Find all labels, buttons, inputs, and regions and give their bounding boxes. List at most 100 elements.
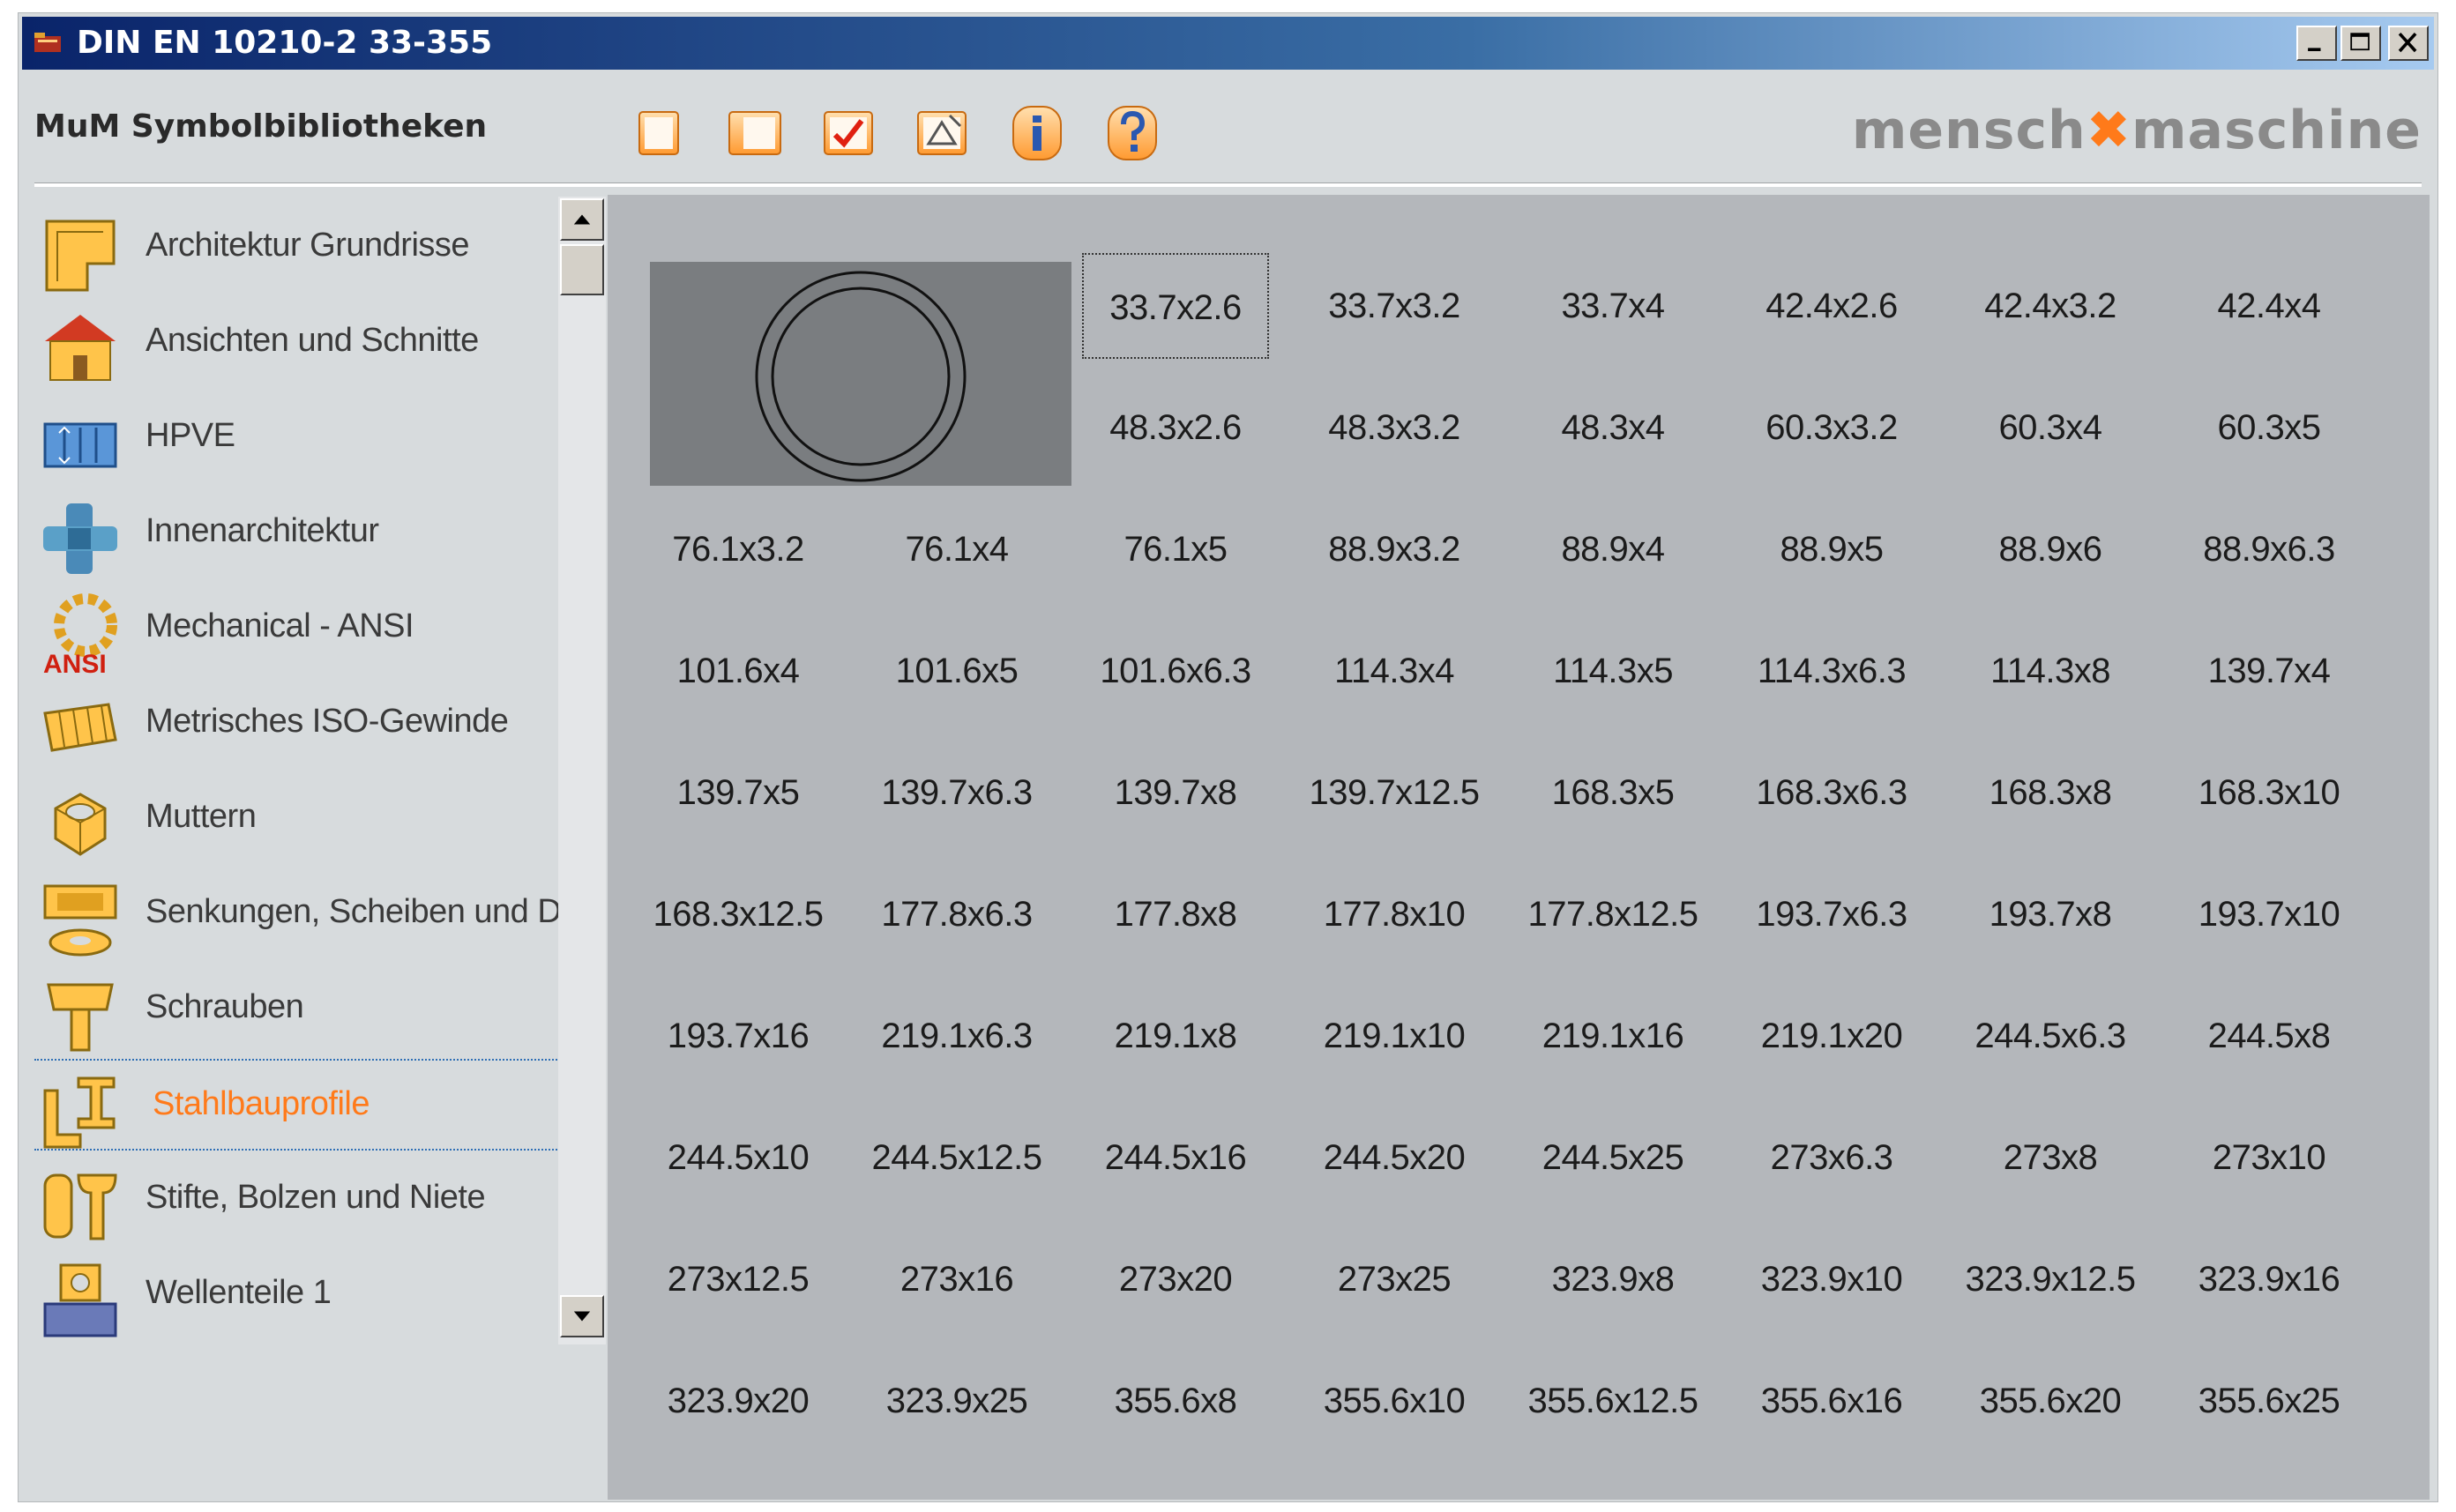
scroll-down-button[interactable] (560, 1295, 604, 1337)
toolbar-info-button[interactable] (1006, 100, 1068, 165)
profile-cell[interactable]: 88.9x4 (1519, 496, 1706, 602)
profile-cell[interactable]: 244.5x10 (645, 1105, 832, 1210)
close-button[interactable] (2388, 26, 2429, 61)
profile-cell[interactable]: 88.9x5 (1738, 496, 1925, 602)
sidebar-item-stahlbauprofile[interactable]: Stahlbauprofile (34, 1059, 564, 1151)
profile-cell[interactable]: 139.7x8 (1082, 740, 1269, 845)
profile-cell[interactable]: 244.5x6.3 (1957, 983, 2144, 1089)
sidebar-item-innenarchitektur[interactable]: Innenarchitektur (34, 488, 564, 579)
sidebar-item-ansichten-und-schnitte[interactable]: Ansichten und Schnitte (34, 297, 564, 389)
sidebar-item-wellenteile-1[interactable]: Wellenteile 1 (34, 1249, 564, 1341)
profile-cell[interactable]: 244.5x25 (1519, 1105, 1706, 1210)
profile-cell[interactable]: 244.5x16 (1082, 1105, 1269, 1210)
sidebar-item-schrauben[interactable]: Schrauben (34, 964, 564, 1055)
profile-cell[interactable]: 355.6x8 (1082, 1348, 1269, 1454)
profile-cell[interactable]: 114.3x4 (1301, 618, 1488, 724)
profile-cell[interactable]: 114.3x5 (1519, 618, 1706, 724)
profile-cell[interactable]: 219.1x10 (1301, 983, 1488, 1089)
profile-cell[interactable]: 355.6x25 (2176, 1348, 2363, 1454)
title-bar[interactable]: DIN EN 10210-2 33-355 (22, 17, 2434, 70)
maximize-button[interactable] (2340, 26, 2381, 61)
toolbar-split-button[interactable] (724, 100, 786, 165)
sidebar-scrollbar[interactable] (558, 197, 606, 1344)
sidebar-item-metrisches-iso-gewinde[interactable]: Metrisches ISO-Gewinde (34, 678, 564, 770)
profile-cell[interactable]: 273x12.5 (645, 1226, 832, 1332)
toolbar-help-button[interactable] (1101, 100, 1163, 165)
profile-cell[interactable]: 177.8x8 (1082, 861, 1269, 967)
profile-cell[interactable]: 323.9x16 (2176, 1226, 2363, 1332)
profile-cell[interactable]: 273x8 (1957, 1105, 2144, 1210)
profile-cell[interactable]: 88.9x6 (1957, 496, 2144, 602)
profile-cell[interactable]: 355.6x12.5 (1519, 1348, 1706, 1454)
profile-cell[interactable]: 139.7x5 (645, 740, 832, 845)
profile-cell[interactable]: 42.4x4 (2176, 253, 2363, 359)
profile-cell[interactable]: 60.3x3.2 (1738, 375, 1925, 480)
scroll-up-button[interactable] (560, 198, 604, 241)
profile-cell[interactable]: 168.3x6.3 (1738, 740, 1925, 845)
profile-cell[interactable]: 177.8x12.5 (1519, 861, 1706, 967)
profile-cell[interactable]: 114.3x6.3 (1738, 618, 1925, 724)
sidebar-item-mechanical-ansi[interactable]: ANSI Mechanical - ANSI (34, 583, 564, 676)
profile-cell[interactable]: 101.6x4 (645, 618, 832, 724)
sidebar-item-hpve[interactable]: HPVE (34, 392, 564, 484)
profile-cell[interactable]: 219.1x16 (1519, 983, 1706, 1089)
profile-cell[interactable]: 355.6x10 (1301, 1348, 1488, 1454)
toolbar-attribute-button[interactable] (911, 100, 973, 165)
profile-cell[interactable]: 42.4x3.2 (1957, 253, 2144, 359)
profile-cell[interactable]: 273x20 (1082, 1226, 1269, 1332)
profile-cell[interactable]: 101.6x5 (863, 618, 1050, 724)
profile-cell[interactable]: 193.7x10 (2176, 861, 2363, 967)
profile-cell[interactable]: 114.3x8 (1957, 618, 2144, 724)
profile-cell[interactable]: 219.1x20 (1738, 983, 1925, 1089)
sidebar-item-senkungen[interactable]: Senkungen, Scheiben und Du (34, 868, 579, 960)
profile-cell[interactable]: 193.7x8 (1957, 861, 2144, 967)
profile-cell[interactable]: 101.6x6.3 (1082, 618, 1269, 724)
profile-cell[interactable]: 33.7x3.2 (1301, 253, 1488, 359)
profile-cell[interactable]: 219.1x8 (1082, 983, 1269, 1089)
profile-cell[interactable]: 355.6x16 (1738, 1348, 1925, 1454)
profile-cell[interactable]: 193.7x6.3 (1738, 861, 1925, 967)
profile-cell[interactable]: 139.7x12.5 (1301, 740, 1488, 845)
profile-cell[interactable]: 48.3x4 (1519, 375, 1706, 480)
profile-cell[interactable]: 139.7x4 (2176, 618, 2363, 724)
minimize-button[interactable] (2296, 26, 2337, 61)
toolbar-check-button[interactable] (817, 100, 879, 165)
profile-cell[interactable]: 139.7x6.3 (863, 740, 1050, 845)
profile-cell[interactable]: 168.3x10 (2176, 740, 2363, 845)
sidebar-item-muttern[interactable]: Muttern (34, 773, 564, 865)
scroll-thumb[interactable] (560, 244, 604, 295)
profile-cell[interactable]: 88.9x3.2 (1301, 496, 1488, 602)
app-icon[interactable] (33, 29, 63, 56)
profile-cell[interactable]: 177.8x10 (1301, 861, 1488, 967)
profile-cell[interactable]: 273x10 (2176, 1105, 2363, 1210)
profile-cell[interactable]: 323.9x12.5 (1957, 1226, 2144, 1332)
profile-cell[interactable]: 60.3x4 (1957, 375, 2144, 480)
profile-cell[interactable]: 273x25 (1301, 1226, 1488, 1332)
profile-cell[interactable]: 42.4x2.6 (1738, 253, 1925, 359)
profile-cell[interactable]: 76.1x4 (863, 496, 1050, 602)
profile-cell[interactable]: 76.1x3.2 (645, 496, 832, 602)
profile-cell[interactable]: 323.9x20 (645, 1348, 832, 1454)
sidebar-item-architektur-grundrisse[interactable]: Architektur Grundrisse (34, 202, 564, 294)
profile-cell[interactable]: 273x6.3 (1738, 1105, 1925, 1210)
profile-cell[interactable]: 48.3x2.6 (1082, 375, 1269, 480)
profile-cell[interactable]: 323.9x25 (863, 1348, 1050, 1454)
profile-cell[interactable]: 355.6x20 (1957, 1348, 2144, 1454)
profile-cell[interactable]: 168.3x12.5 (645, 861, 832, 967)
profile-cell[interactable]: 193.7x16 (645, 983, 832, 1089)
profile-cell[interactable]: 244.5x12.5 (863, 1105, 1050, 1210)
profile-cell[interactable]: 60.3x5 (2176, 375, 2363, 480)
profile-cell[interactable]: 244.5x20 (1301, 1105, 1488, 1210)
profile-cell[interactable]: 323.9x10 (1738, 1226, 1925, 1332)
profile-cell[interactable]: 323.9x8 (1519, 1226, 1706, 1332)
profile-cell[interactable]: 88.9x6.3 (2176, 496, 2363, 602)
profile-cell[interactable]: 168.3x8 (1957, 740, 2144, 845)
profile-cell[interactable]: 219.1x6.3 (863, 983, 1050, 1089)
profile-cell[interactable]: 33.7x2.6 (1082, 253, 1269, 359)
profile-cell[interactable]: 244.5x8 (2176, 983, 2363, 1089)
profile-cell[interactable]: 177.8x6.3 (863, 861, 1050, 967)
profile-cell[interactable]: 76.1x5 (1082, 496, 1269, 602)
profile-cell[interactable]: 48.3x3.2 (1301, 375, 1488, 480)
sidebar-item-stifte-bolzen-niete[interactable]: Stifte, Bolzen und Niete (34, 1154, 564, 1246)
profile-cell[interactable]: 33.7x4 (1519, 253, 1706, 359)
